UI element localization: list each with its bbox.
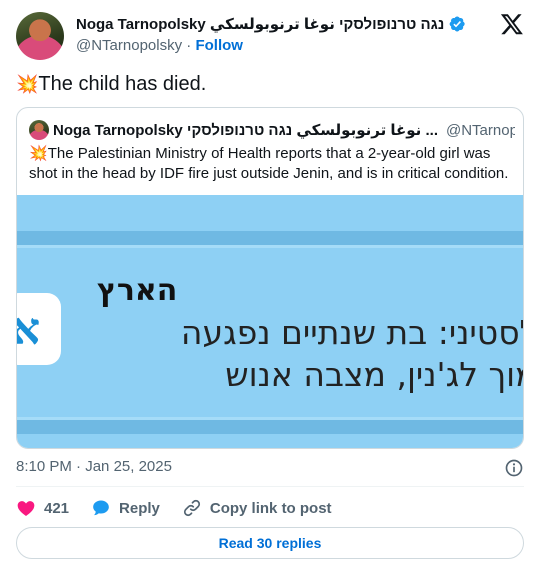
quoted-author-avatar <box>29 120 49 140</box>
copy-link-label: Copy link to post <box>209 499 332 517</box>
quoted-tweet-header: Noga Tarnopolsky نوغا ترنوبولسكي נגה טרנ… <box>29 120 515 140</box>
quoted-tweet[interactable]: Noga Tarnopolsky نوغا ترنوبولسكي נגה טרנ… <box>16 107 524 449</box>
tweet-time: 8:10 PM <box>16 458 72 475</box>
verified-badge-icon <box>449 16 466 32</box>
author-name[interactable]: Noga Tarnopolsky נגה טרנופולסקי نوغا ترن… <box>76 15 444 33</box>
author-handle[interactable]: @NTarnopolsky <box>76 37 182 54</box>
reply-bubble-icon <box>93 500 109 516</box>
reply-button[interactable]: Reply <box>91 498 160 518</box>
tweet-body: The child has died. <box>38 73 207 95</box>
like-button[interactable]: 421 <box>16 498 69 518</box>
heart-icon <box>17 501 35 516</box>
author-handle-row: @NTarnopolsky · Follow <box>76 37 243 54</box>
quoted-author-name: Noga Tarnopolsky نوغا ترنوبولسكي נגה טרנ… <box>53 122 438 139</box>
tweet-date: Jan 25, 2025 <box>85 458 172 475</box>
tweet-text: 💥The child has died. <box>16 72 206 96</box>
image-headline-line-1: פלסטיני: בת שנתיים נפגעה <box>180 313 523 352</box>
embedded-tweet-card: Noga Tarnopolsky נגה טרנופולסקי نوغا ترن… <box>0 0 540 574</box>
tweet-actions: 421 Reply Copy link to post <box>16 496 354 520</box>
separator-dot: · <box>76 458 82 475</box>
image-band-top <box>17 231 523 245</box>
collision-emoji-icon: 💥 <box>16 74 39 94</box>
like-count: 421 <box>44 499 70 517</box>
haaretz-app-icon: א <box>17 293 61 365</box>
image-headline-source: הארץ <box>97 273 178 308</box>
quoted-tweet-text: 💥The Palestinian Ministry of Health repo… <box>29 144 513 184</box>
author-avatar[interactable] <box>16 12 64 60</box>
divider <box>16 486 524 487</box>
tweet-timestamp[interactable]: 8:10 PM · Jan 25, 2025 <box>16 458 172 475</box>
follow-link[interactable]: Follow <box>195 37 243 54</box>
quoted-tweet-body: The Palestinian Ministry of Health repor… <box>29 145 509 182</box>
separator-dot: · <box>186 37 192 54</box>
x-logo-icon[interactable] <box>500 12 524 36</box>
copy-link-button[interactable]: Copy link to post <box>182 498 332 518</box>
quoted-author-handle: @NTarnopol... <box>445 121 515 139</box>
haaretz-logo-glyph: א <box>17 293 47 365</box>
read-replies-button[interactable]: Read 30 replies <box>16 527 524 559</box>
tweet-header: Noga Tarnopolsky נגה טרנופולסקי نوغا ترن… <box>16 12 524 60</box>
image-band-top-highlight <box>17 245 523 248</box>
quoted-tweet-image[interactable]: א הארץ פלסטיני: בת שנתיים נפגעה סמוך לג'… <box>17 195 523 448</box>
author-name-row: Noga Tarnopolsky נגה טרנופולסקי نوغا ترن… <box>76 15 466 33</box>
reply-label: Reply <box>119 499 160 517</box>
image-headline-line-2: סמוך לג'נין, מצבה אנוש <box>225 355 523 394</box>
info-icon[interactable] <box>504 458 524 478</box>
link-icon <box>183 499 200 517</box>
image-band-bottom <box>17 420 523 434</box>
collision-emoji-icon: 💥 <box>29 145 48 162</box>
